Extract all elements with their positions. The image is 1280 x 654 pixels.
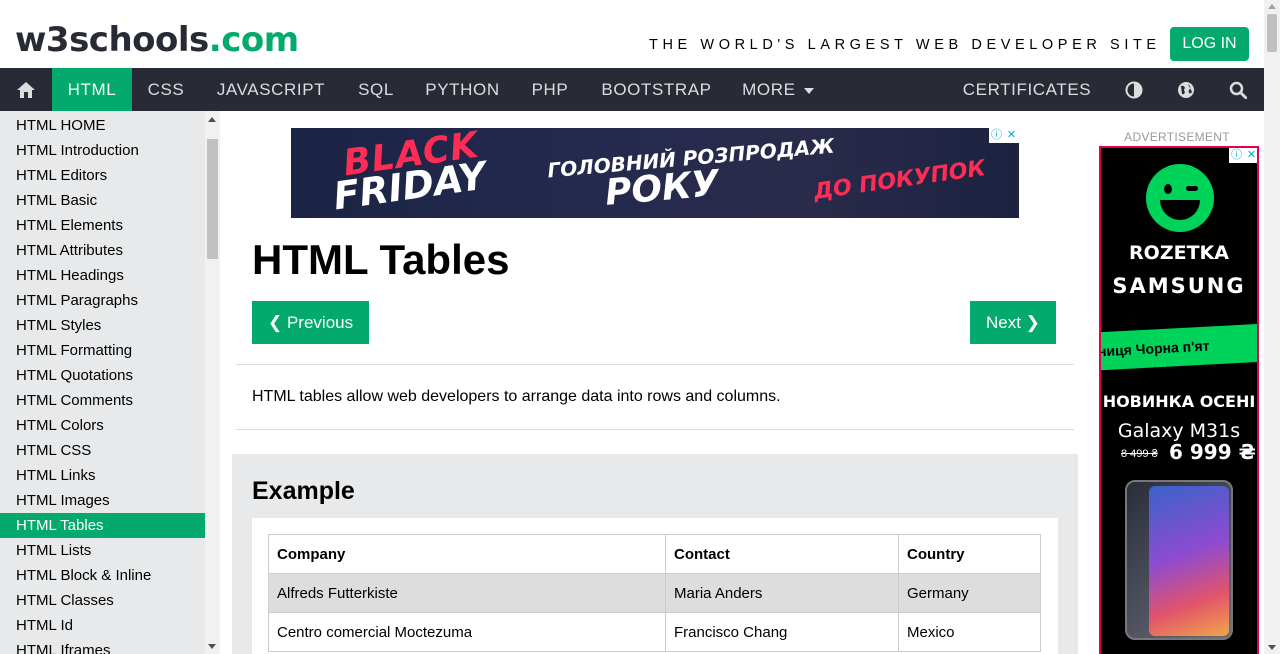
table-cell: Mexico	[898, 612, 1041, 652]
nav-more[interactable]: MORE	[728, 68, 828, 111]
nav-more-label: MORE	[742, 80, 796, 99]
login-button[interactable]: LOG IN	[1170, 27, 1249, 61]
side-ad-price: 6 999 ₴	[1169, 440, 1256, 464]
side-ad-headline: НОВИНКА ОСЕНІ	[1102, 392, 1256, 411]
nav-html[interactable]: HTML	[52, 68, 132, 111]
side-ad-brand-2: SAMSUNG	[1112, 274, 1246, 298]
home-icon[interactable]	[0, 68, 52, 111]
globe-icon[interactable]	[1168, 68, 1204, 111]
nav-sql[interactable]: SQL	[342, 68, 410, 111]
table-cell: Francisco Chang	[665, 612, 899, 652]
nav-certificates[interactable]: CERTIFICATES	[946, 68, 1108, 111]
page-scrollbar[interactable]	[1264, 0, 1280, 654]
sidebar-item-introduction[interactable]: HTML Introduction	[0, 138, 205, 163]
sidebar-item-comments[interactable]: HTML Comments	[0, 388, 205, 413]
right-ad-column: ADVERTISEMENT ⓘ ✕ ROZETKA SAMSUNG тниця …	[1090, 111, 1264, 654]
page-title: HTML Tables	[252, 236, 510, 283]
table-header-cell: Company	[268, 534, 666, 574]
divider	[236, 364, 1074, 365]
sidebar-item-colors[interactable]: HTML Colors	[0, 413, 205, 438]
advertisement-label: ADVERTISEMENT	[1124, 130, 1230, 144]
side-ad-old-price: 8 499 ₴	[1121, 448, 1158, 460]
ad-info-icon[interactable]: ⓘ	[989, 128, 1004, 143]
table-header-cell: Country	[898, 534, 1041, 574]
nav-python[interactable]: PYTHON	[410, 68, 515, 111]
side-ad-ribbon: тниця Чорна п'ят	[1101, 323, 1257, 371]
table-header-row: Company Contact Country	[268, 534, 1041, 574]
top-header: w3schools.com THE WORLD'S LARGEST WEB DE…	[0, 0, 1264, 68]
sidebar-scroll-thumb[interactable]	[207, 139, 218, 259]
sidebar-list: HTML HOME HTML Introduction HTML Editors…	[0, 113, 205, 654]
sidebar-item-quotations[interactable]: HTML Quotations	[0, 363, 205, 388]
logo[interactable]: w3schools.com	[15, 20, 299, 60]
ad-banner[interactable]: BLACK FRIDAY ГОЛОВНИЙ РОЗПРОДАЖ РОКУ ДО …	[291, 128, 1019, 218]
ad-banner-text-5: ДО ПОКУПОК	[812, 156, 988, 205]
table-cell: Germany	[898, 573, 1041, 613]
table-cell: Maria Anders	[665, 573, 899, 613]
page-scroll-thumb[interactable]	[1267, 14, 1277, 52]
nav-css[interactable]: CSS	[132, 68, 200, 111]
logo-domain: .com	[208, 20, 299, 60]
example-title: Example	[252, 477, 355, 505]
nav-javascript[interactable]: JAVASCRIPT	[200, 68, 342, 111]
ad-banner-text-4: РОКУ	[603, 163, 721, 214]
sidebar-item-editors[interactable]: HTML Editors	[0, 163, 205, 188]
sidebar-item-basic[interactable]: HTML Basic	[0, 188, 205, 213]
tagline: THE WORLD'S LARGEST WEB DEVELOPER SITE	[649, 37, 1161, 53]
sidebar-item-classes[interactable]: HTML Classes	[0, 588, 205, 613]
sidebar-item-id[interactable]: HTML Id	[0, 613, 205, 638]
caret-down-icon	[803, 87, 814, 94]
sidebar-item-formatting[interactable]: HTML Formatting	[0, 338, 205, 363]
table-row: Centro comercial Moctezuma Francisco Cha…	[268, 612, 1041, 652]
contrast-icon[interactable]	[1116, 68, 1152, 111]
example-box: Example Company Contact Country Alfreds …	[232, 454, 1078, 654]
main-content: BLACK FRIDAY ГОЛОВНИЙ РОЗПРОДАЖ РОКУ ДО …	[220, 111, 1090, 654]
sidebar: HTML HOME HTML Introduction HTML Editors…	[0, 111, 220, 654]
logo-text: w3schools	[15, 20, 209, 60]
sidebar-item-block-inline[interactable]: HTML Block & Inline	[0, 563, 205, 588]
divider	[236, 429, 1074, 430]
table-cell: Alfreds Futterkiste	[268, 573, 666, 613]
smiley-logo-icon	[1146, 164, 1214, 232]
nav-php[interactable]: PHP	[515, 68, 585, 111]
nav-bootstrap[interactable]: BOOTSTRAP	[585, 68, 728, 111]
sidebar-item-images[interactable]: HTML Images	[0, 488, 205, 513]
search-icon[interactable]	[1220, 68, 1256, 111]
phone-screen-image	[1149, 486, 1229, 636]
sidebar-item-css[interactable]: HTML CSS	[0, 438, 205, 463]
sidebar-scroll-up-icon[interactable]	[208, 117, 216, 122]
sidebar-item-lists[interactable]: HTML Lists	[0, 538, 205, 563]
side-ad-info-icon[interactable]: ⓘ	[1229, 148, 1244, 163]
table-cell: Centro comercial Moctezuma	[268, 612, 666, 652]
next-button[interactable]: Next ❯	[970, 301, 1056, 344]
sidebar-scrollbar[interactable]	[205, 111, 220, 654]
previous-button[interactable]: ❮ Previous	[252, 301, 370, 344]
side-ad[interactable]: ⓘ ✕ ROZETKA SAMSUNG тниця Чорна п'ят НОВ…	[1099, 146, 1259, 654]
scroll-down-icon[interactable]	[1268, 645, 1276, 650]
sidebar-item-headings[interactable]: HTML Headings	[0, 263, 205, 288]
sidebar-item-links[interactable]: HTML Links	[0, 463, 205, 488]
sidebar-item-iframes[interactable]: HTML Iframes	[0, 638, 205, 654]
sidebar-item-home[interactable]: HTML HOME	[0, 113, 205, 138]
sidebar-item-tables[interactable]: HTML Tables	[0, 513, 205, 538]
ad-close-icon[interactable]: ✕	[1004, 128, 1019, 143]
table-row: Alfreds Futterkiste Maria Anders Germany	[268, 573, 1041, 613]
side-ad-brand: ROZETKA	[1129, 242, 1229, 264]
side-ad-model: Galaxy M31s	[1117, 420, 1241, 442]
table-header-cell: Contact	[665, 534, 899, 574]
sidebar-item-styles[interactable]: HTML Styles	[0, 313, 205, 338]
example-table: Company Contact Country Alfreds Futterki…	[268, 534, 1041, 652]
sidebar-item-elements[interactable]: HTML Elements	[0, 213, 205, 238]
intro-text: HTML tables allow web developers to arra…	[252, 388, 781, 405]
side-ad-close-icon[interactable]: ✕	[1244, 148, 1257, 163]
top-nav: HTML CSS JAVASCRIPT SQL PYTHON PHP BOOTS…	[0, 68, 1264, 111]
sidebar-scroll-down-icon[interactable]	[208, 644, 216, 649]
example-output: Company Contact Country Alfreds Futterki…	[252, 518, 1058, 654]
scroll-up-icon[interactable]	[1268, 4, 1276, 9]
sidebar-item-attributes[interactable]: HTML Attributes	[0, 238, 205, 263]
sidebar-item-paragraphs[interactable]: HTML Paragraphs	[0, 288, 205, 313]
